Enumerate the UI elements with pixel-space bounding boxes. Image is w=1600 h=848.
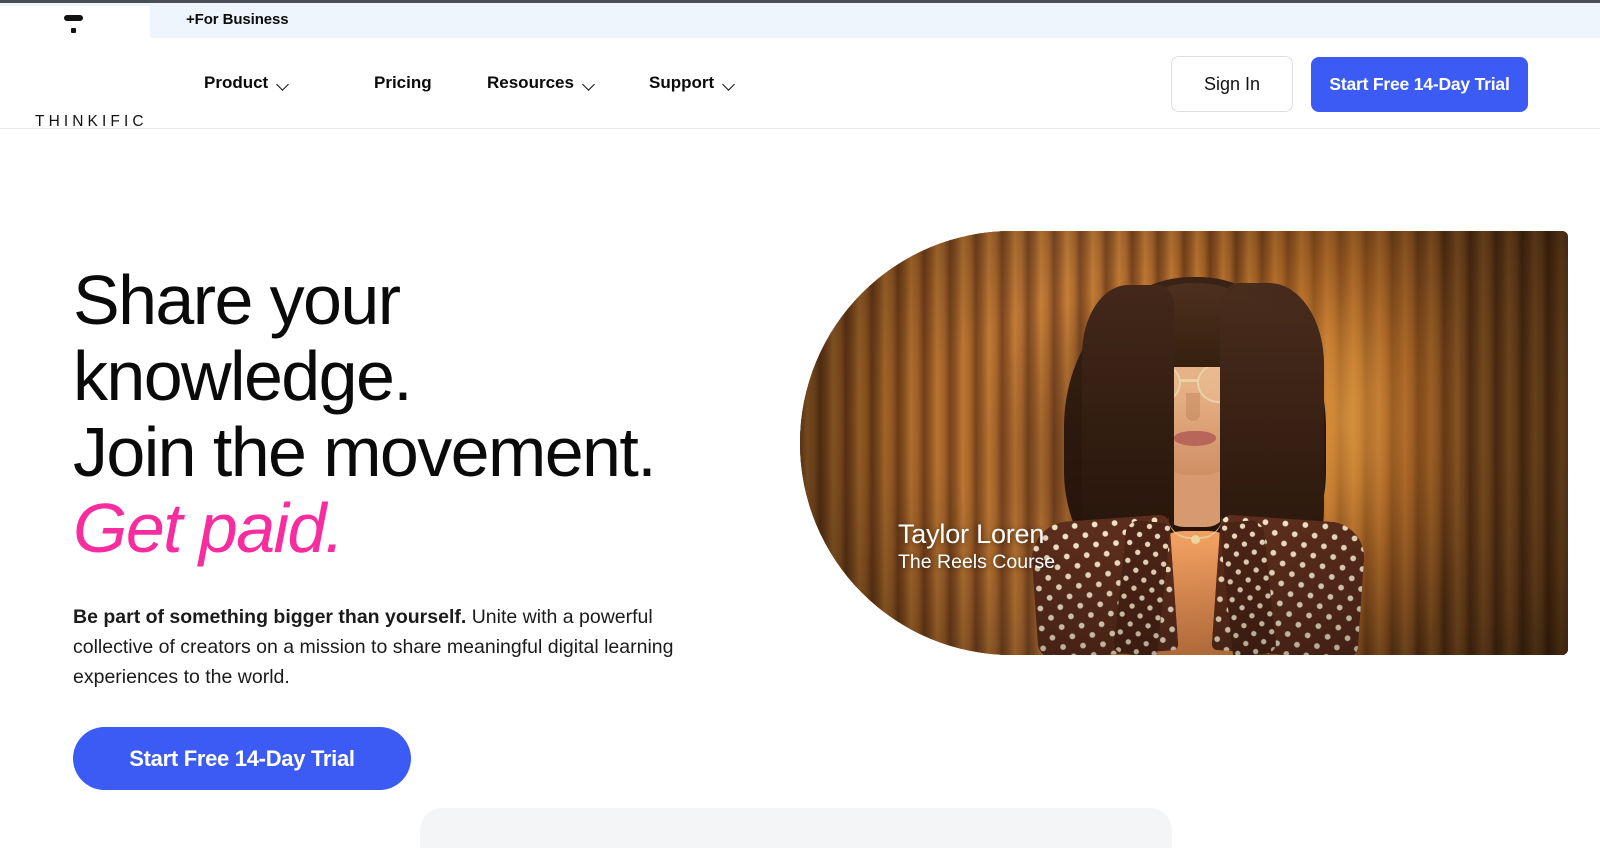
mark-dot xyxy=(71,28,76,33)
hero-media-image[interactable]: Taylor Loren The Reels Course xyxy=(800,231,1568,655)
browser-tab-strip: +For Business xyxy=(0,0,1600,41)
mark-bar xyxy=(64,15,83,21)
thinkific-mark-icon xyxy=(64,15,83,33)
caption-creator-name: Taylor Loren xyxy=(898,519,1045,549)
site-header: THINKIFIC Product Pricing Resources Supp… xyxy=(0,38,1600,131)
browser-tab-active[interactable] xyxy=(0,6,150,41)
headline-line-1: Share your xyxy=(73,261,401,339)
nav-item-label: Support xyxy=(649,73,715,92)
caption-course-name: The Reels Course xyxy=(898,551,1056,573)
start-free-trial-button-hero[interactable]: Start Free 14-Day Trial xyxy=(73,727,411,790)
nav-item-label: Pricing xyxy=(374,73,432,92)
nav-item-product[interactable]: Product xyxy=(204,65,290,101)
hero-subtext-bold: Be part of something bigger than yoursel… xyxy=(73,606,467,628)
start-free-trial-button-header[interactable]: Start Free 14-Day Trial xyxy=(1311,57,1528,112)
nav-item-resources[interactable]: Resources xyxy=(487,65,596,101)
hero-copy: Share your knowledge. Join the movement.… xyxy=(73,262,773,566)
headline-accent: Get paid. xyxy=(73,489,344,567)
media-caption: Taylor Loren The Reels Course xyxy=(898,519,1055,574)
hero-subtext: Be part of something bigger than yoursel… xyxy=(73,602,678,692)
headline-line-2: knowledge. xyxy=(73,337,413,415)
headline-line-3: Join the movement. xyxy=(73,413,657,491)
nav-item-pricing[interactable]: Pricing xyxy=(374,65,432,101)
nav-item-support[interactable]: Support xyxy=(649,65,736,101)
sign-in-button[interactable]: Sign In xyxy=(1171,56,1293,112)
chevron-down-icon xyxy=(583,80,596,88)
page-title: Share your knowledge. Join the movement.… xyxy=(73,262,773,566)
browser-tab-title[interactable]: +For Business xyxy=(186,11,289,28)
next-section-peek xyxy=(420,808,1172,848)
image-vignette xyxy=(800,231,1568,655)
chevron-down-icon xyxy=(277,80,290,88)
brand-logo[interactable]: THINKIFIC xyxy=(35,113,148,131)
chevron-down-icon xyxy=(723,80,736,88)
nav-item-label: Product xyxy=(204,73,269,92)
nav-item-label: Resources xyxy=(487,73,574,92)
